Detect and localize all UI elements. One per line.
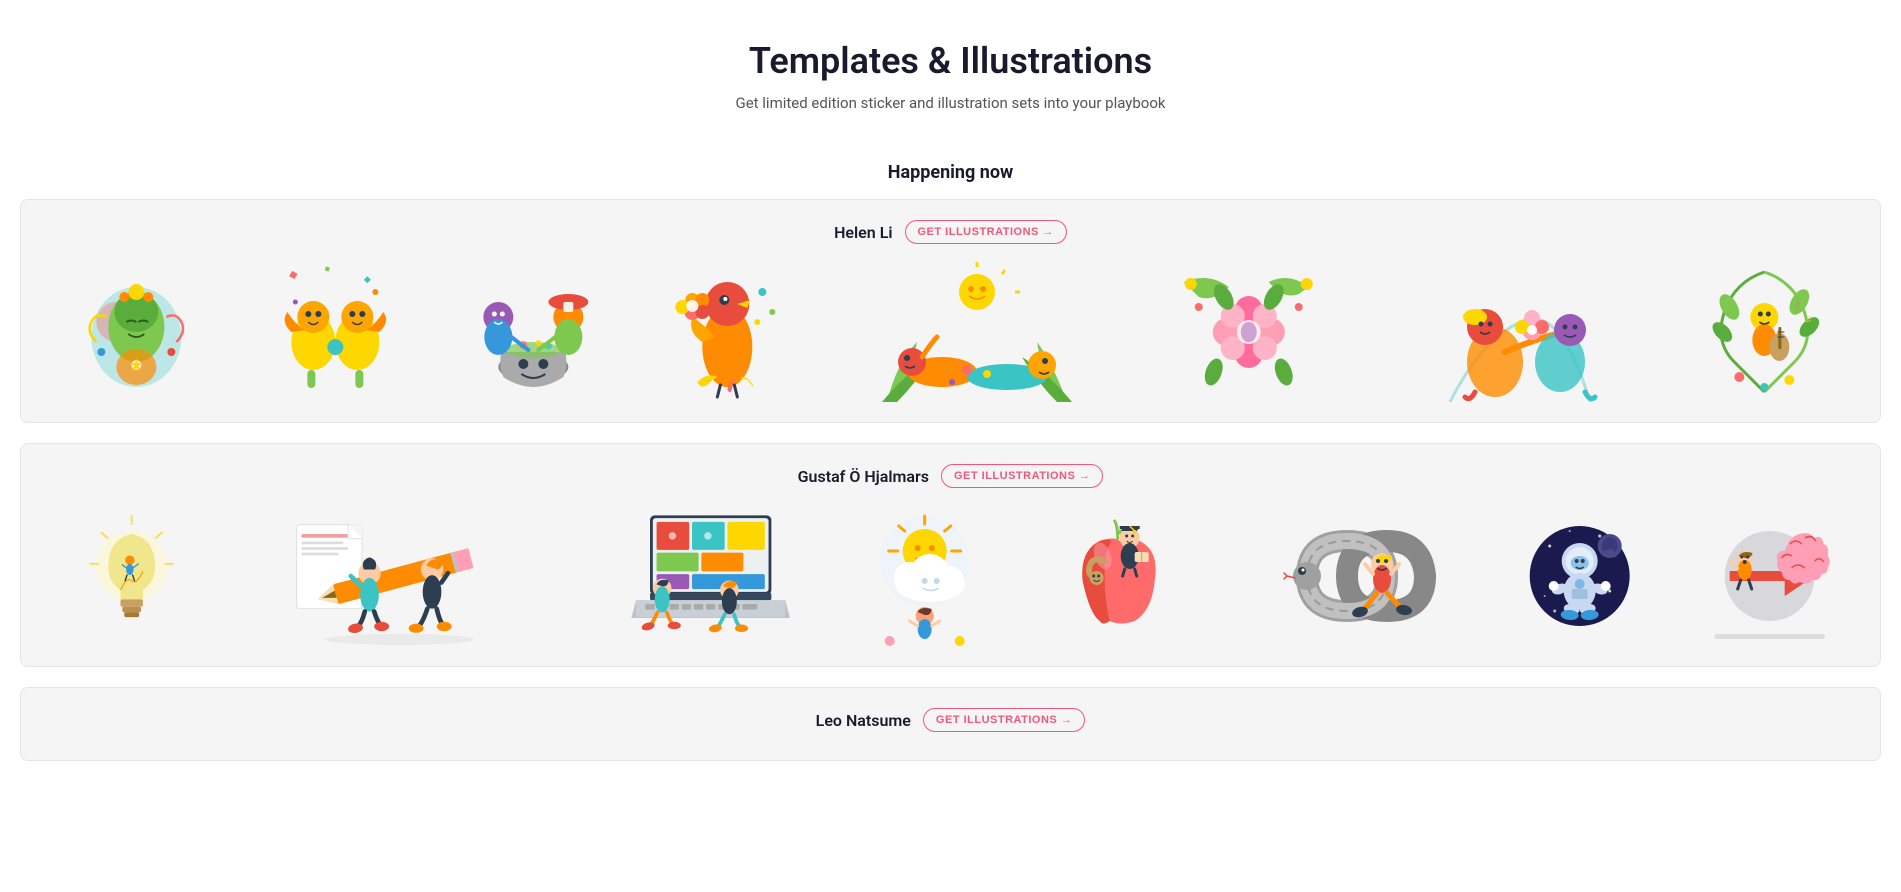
artist-card-helen-li: Helen Li GET ILLUSTRATIONS → [20, 199, 1881, 423]
illustration-gustaf-8[interactable] [1683, 506, 1856, 646]
section-heading-happening-now: Happening now [0, 162, 1901, 183]
svg-text:♫: ♫ [1805, 314, 1813, 325]
illustration-helen-li-5[interactable] [840, 262, 1114, 402]
page-subtitle: Get limited edition sticker and illustra… [20, 94, 1881, 112]
illustrations-row-gustaf-hjalmars [45, 506, 1856, 646]
svg-text:♪: ♪ [1795, 296, 1801, 310]
illustration-gustaf-5[interactable] [1028, 506, 1201, 646]
get-illustrations-button-helen-li[interactable]: GET ILLUSTRATIONS → [905, 220, 1067, 244]
illustration-helen-li-2[interactable] [244, 262, 427, 402]
illustrations-row-helen-li: ♪ ♫ [45, 262, 1856, 402]
illustration-helen-li-6[interactable] [1130, 262, 1368, 402]
illustration-gustaf-6[interactable] [1217, 506, 1477, 646]
illustration-gustaf-1[interactable] [45, 506, 218, 646]
get-illustrations-button-gustaf-hjalmars[interactable]: GET ILLUSTRATIONS → [941, 464, 1103, 488]
artist-header-helen-li: Helen Li GET ILLUSTRATIONS → [45, 220, 1856, 244]
artist-card-leo-natsume: Leo Natsume GET ILLUSTRATIONS → [20, 687, 1881, 761]
illustration-helen-li-3[interactable] [442, 262, 625, 402]
illustration-gustaf-2[interactable] [234, 506, 546, 646]
artist-card-gustaf-hjalmars: Gustaf Ö Hjalmars GET ILLUSTRATIONS → [20, 443, 1881, 667]
page-header: Templates & Illustrations Get limited ed… [0, 0, 1901, 132]
illustration-helen-li-7[interactable] [1383, 262, 1657, 402]
artist-header-gustaf-hjalmars: Gustaf Ö Hjalmars GET ILLUSTRATIONS → [45, 464, 1856, 488]
artist-name-helen-li: Helen Li [834, 223, 892, 242]
illustration-gustaf-7[interactable] [1493, 506, 1666, 646]
get-illustrations-button-leo-natsume[interactable]: GET ILLUSTRATIONS → [923, 708, 1085, 732]
artist-name-gustaf-hjalmars: Gustaf Ö Hjalmars [798, 467, 929, 486]
illustration-helen-li-8[interactable]: ♪ ♫ [1673, 262, 1856, 402]
illustration-helen-li-1[interactable] [45, 262, 228, 402]
illustration-helen-li-4[interactable] [641, 262, 824, 402]
illustration-gustaf-3[interactable] [562, 506, 822, 646]
artist-header-leo-natsume: Leo Natsume GET ILLUSTRATIONS → [45, 708, 1856, 732]
artist-name-leo-natsume: Leo Natsume [816, 711, 911, 730]
page-title: Templates & Illustrations [20, 40, 1881, 82]
illustration-gustaf-4[interactable] [838, 506, 1011, 646]
